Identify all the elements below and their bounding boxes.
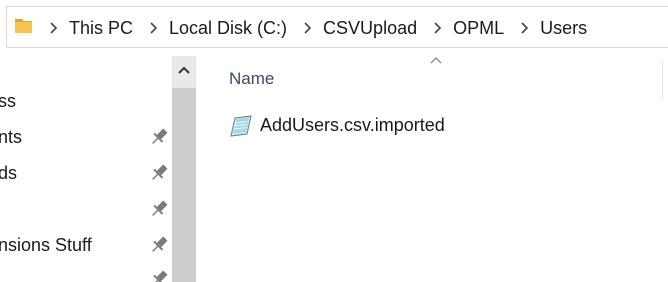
chevron-right-icon[interactable]: [516, 17, 534, 39]
list-item[interactable]: AddUsers.csv.imported: [229, 112, 629, 140]
breadcrumb-local-disk[interactable]: Local Disk (C:): [163, 18, 299, 39]
nav-item[interactable]: nsions Stuff: [0, 233, 170, 257]
pin-icon: [150, 269, 168, 282]
address-bar[interactable]: This PC Local Disk (C:) CSVUpload OPML U…: [6, 6, 668, 48]
pin-icon: [150, 163, 168, 183]
chevron-right-icon[interactable]: [145, 17, 163, 39]
file-name: AddUsers.csv.imported: [260, 115, 445, 135]
sort-ascending-icon: [430, 57, 442, 64]
nav-item[interactable]: ss: [0, 89, 170, 113]
chevron-right-icon[interactable]: [45, 17, 63, 39]
folder-icon: [14, 15, 36, 37]
chevron-up-icon: [178, 66, 190, 74]
scroll-up-button[interactable]: [172, 56, 196, 88]
breadcrumb: This PC Local Disk (C:) CSVUpload OPML U…: [45, 7, 599, 49]
pin-icon: [150, 127, 168, 147]
breadcrumb-users[interactable]: Users: [534, 18, 599, 39]
pin-icon: [150, 235, 168, 255]
nav-item-label: ds: [0, 163, 18, 183]
nav-item[interactable]: nts: [0, 125, 170, 149]
column-divider[interactable]: [662, 60, 663, 100]
breadcrumb-this-pc[interactable]: This PC: [63, 18, 145, 39]
file-list-pane: Name AddUsers.csv.imported: [196, 52, 668, 282]
nav-item[interactable]: ds: [0, 161, 170, 185]
breadcrumb-opml[interactable]: OPML: [447, 18, 516, 39]
breadcrumb-csvupload[interactable]: CSVUpload: [317, 18, 429, 39]
nav-pane-scrollbar[interactable]: [172, 56, 196, 282]
nav-item[interactable]: [0, 197, 170, 221]
nav-item-label: ss: [0, 91, 16, 111]
csv-file-icon: [229, 114, 253, 138]
nav-item-label: nts: [0, 127, 23, 147]
nav-item[interactable]: [0, 267, 170, 282]
chevron-right-icon[interactable]: [299, 17, 317, 39]
chevron-right-icon[interactable]: [429, 17, 447, 39]
nav-item-label: nsions Stuff: [0, 235, 92, 255]
navigation-pane: ss nts ds nsions Stuff: [0, 52, 196, 282]
pin-icon: [150, 199, 168, 219]
column-header-name[interactable]: Name: [229, 69, 274, 89]
